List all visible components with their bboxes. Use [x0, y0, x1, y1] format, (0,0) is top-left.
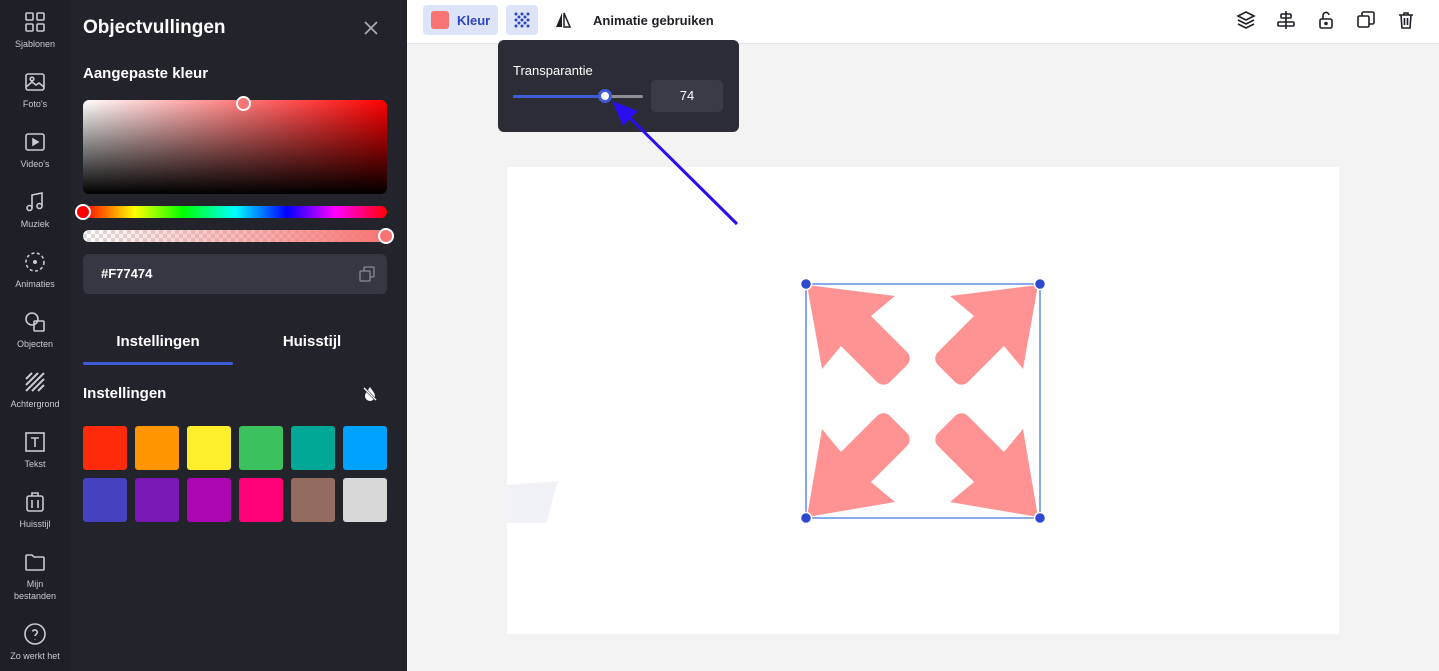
top-toolbar: Kleur Animatie gebruiken [407, 0, 1439, 44]
sidebar-item-my-files[interactable]: Mijn bestanden [0, 550, 70, 602]
help-icon [24, 623, 46, 645]
transparency-button[interactable] [506, 5, 538, 35]
arrow-top-left [807, 285, 910, 385]
saturation-handle[interactable] [236, 96, 251, 111]
transparency-slider[interactable] [513, 95, 643, 98]
sidebar-item-music[interactable]: Muziek [0, 190, 70, 230]
color-swatch-9[interactable] [239, 478, 283, 522]
close-icon[interactable] [361, 18, 381, 38]
design-canvas[interactable] [507, 167, 1339, 634]
music-icon [26, 192, 43, 212]
hue-handle[interactable] [75, 204, 91, 220]
video-icon [25, 133, 45, 151]
color-swatch-2[interactable] [187, 426, 231, 470]
tab-instellingen[interactable]: Instellingen [83, 333, 233, 350]
text-icon [25, 432, 45, 452]
canvas-content [507, 277, 1047, 525]
sidebar-item-photos[interactable]: Foto's [0, 70, 70, 110]
copy-icon[interactable] [359, 266, 375, 282]
color-label: Kleur [457, 12, 491, 28]
hue-slider[interactable] [83, 206, 387, 218]
sidebar-item-label: Objecten [16, 339, 54, 349]
arrow-top-right [935, 285, 1038, 385]
hex-value: #F77474 [101, 266, 153, 281]
sidebar-item-templates[interactable]: Sjablonen [0, 10, 70, 50]
resize-handle-top-right[interactable] [1033, 277, 1047, 291]
duplicate-icon[interactable] [1356, 10, 1376, 30]
flip-button[interactable] [550, 7, 576, 33]
resize-handle-bottom-left[interactable] [799, 511, 813, 525]
color-swatch-7[interactable] [135, 478, 179, 522]
object-fill-panel: Objectvullingen Aangepaste kleur #F77474… [70, 0, 407, 671]
color-swatch-3[interactable] [239, 426, 283, 470]
slider-fill [513, 95, 609, 98]
folder-icon [25, 554, 45, 571]
alpha-handle[interactable] [378, 228, 394, 244]
resize-handle-bottom-right[interactable] [1033, 511, 1047, 525]
sidebar-item-videos[interactable]: Video's [0, 130, 70, 170]
use-animation-button[interactable]: Animatie gebruiken [593, 13, 714, 28]
color-swatch-4[interactable] [291, 426, 335, 470]
color-swatch-6[interactable] [83, 478, 127, 522]
align-icon[interactable] [1276, 10, 1296, 30]
section-title: Instellingen [83, 385, 167, 402]
slider-thumb[interactable] [598, 89, 612, 103]
custom-color-title: Aangepaste kleur [83, 65, 209, 82]
sidebar-item-label: Zo werkt het [10, 651, 60, 661]
tab-huisstijl[interactable]: Huisstijl [237, 333, 387, 350]
color-swatch-1[interactable] [135, 426, 179, 470]
sidebar-item-objects[interactable]: Objecten [0, 310, 70, 350]
brand-icon [26, 492, 44, 512]
templates-icon [25, 12, 45, 32]
sidebar-item-label: Sjablonen [14, 39, 56, 49]
trash-icon[interactable] [1396, 10, 1416, 30]
arrow-bottom-left [807, 413, 910, 517]
unlock-icon[interactable] [1316, 10, 1336, 30]
color-swatch-11[interactable] [343, 478, 387, 522]
photo-icon [25, 73, 45, 91]
transparency-value-input[interactable]: 74 [651, 80, 723, 112]
sidebar-item-help[interactable]: Zo werkt het [0, 622, 70, 662]
color-swatch-5[interactable] [343, 426, 387, 470]
hex-input[interactable]: #F77474 [83, 254, 387, 294]
animation-icon [25, 252, 45, 272]
panel-title: Objectvullingen [83, 17, 226, 38]
color-swatch-8[interactable] [187, 478, 231, 522]
sidebar-item-background[interactable]: Achtergrond [0, 370, 70, 410]
sidebar-item-label: Muziek [20, 219, 50, 229]
sidebar-item-brand[interactable]: Huisstijl [0, 490, 70, 530]
sidebar-item-text[interactable]: Tekst [0, 430, 70, 470]
flip-icon [556, 12, 572, 28]
color-button[interactable]: Kleur [423, 5, 498, 35]
color-swatch-0[interactable] [83, 426, 127, 470]
color-swatch-10[interactable] [291, 478, 335, 522]
sidebar-item-label: Tekst [24, 459, 46, 469]
alpha-slider[interactable] [83, 230, 387, 242]
resize-handle-top-left[interactable] [799, 277, 813, 291]
sidebar-item-label: Animaties [15, 279, 55, 289]
sidebar-item-label: Video's [20, 159, 50, 169]
background-icon [25, 372, 45, 392]
layers-icon[interactable] [1236, 10, 1256, 30]
sidebar-item-animations[interactable]: Animaties [0, 250, 70, 290]
sidebar-item-label: Mijn bestanden [13, 579, 57, 601]
left-rail: Sjablonen Foto's Video's Muziek Animatie… [0, 0, 70, 671]
sidebar-item-label: Huisstijl [19, 519, 51, 529]
transparency-icon [514, 12, 530, 28]
transparency-label: Transparantie [513, 63, 593, 78]
active-tab-indicator [83, 362, 233, 365]
no-fill-drop-icon[interactable] [361, 385, 379, 403]
color-swatch [431, 11, 449, 29]
sidebar-item-label: Foto's [22, 99, 48, 109]
sidebar-item-label: Achtergrond [10, 399, 60, 409]
arrow-bottom-right [935, 413, 1038, 517]
shapes-icon [25, 312, 45, 332]
expand-arrows-graphic[interactable] [807, 285, 1038, 517]
partial-shape [507, 481, 558, 523]
saturation-value-picker[interactable] [83, 100, 387, 194]
transparency-popup: Transparantie 74 [498, 40, 739, 132]
